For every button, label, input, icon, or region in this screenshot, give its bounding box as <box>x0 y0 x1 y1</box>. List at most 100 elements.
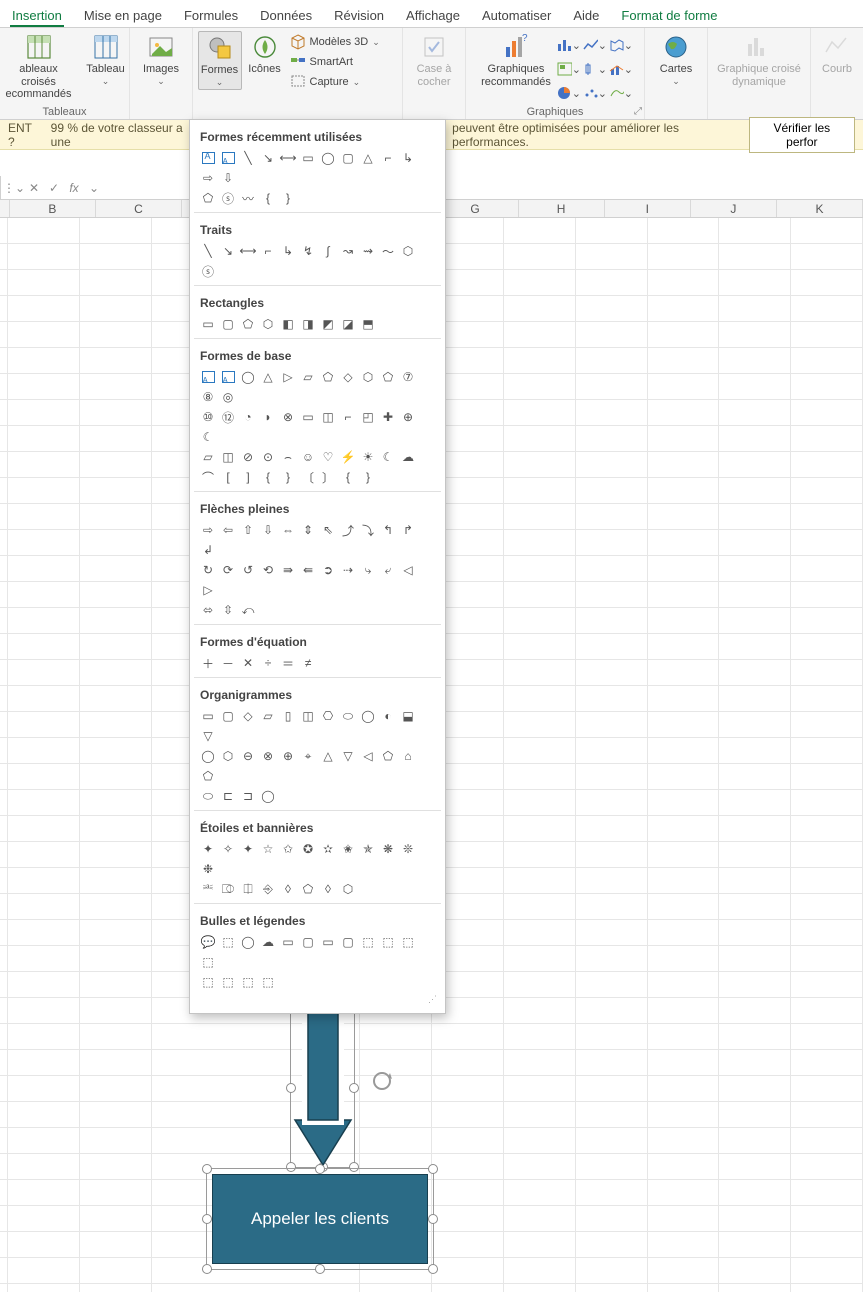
brace-l-shape[interactable]: { <box>258 188 278 208</box>
fx-button[interactable]: fx <box>65 179 83 197</box>
pie-chart-button[interactable]: ⌄ <box>557 83 581 103</box>
chevron-down-icon: ⌄ <box>102 76 110 86</box>
tab-view[interactable]: Affichage <box>404 4 462 27</box>
picture-icon <box>147 33 175 61</box>
curve-darrow[interactable]: ⇝ <box>358 241 378 261</box>
freeform[interactable]: ⬡ <box>398 241 418 261</box>
icons-button[interactable]: Icônes <box>244 31 286 78</box>
snip1[interactable]: ⬠ <box>238 314 258 334</box>
line-arrow[interactable]: ↘ <box>218 241 238 261</box>
elbow[interactable]: ⌐ <box>258 241 278 261</box>
msg-text1: 99 % de votre classeur a une <box>51 121 201 149</box>
namebox-dropdown[interactable]: ⋮⌄ <box>5 179 23 197</box>
shapes-gallery: Formes récemment utilisées A A ╲ ↘ ⟷ ▭ ◯… <box>189 119 446 1014</box>
msg-prefix: ENT ? <box>8 121 41 149</box>
shapes-label: Formes <box>201 64 238 77</box>
recommended-charts-button[interactable]: ? Graphiques recommandés <box>477 31 555 90</box>
enter-button[interactable]: ✓ <box>45 179 63 197</box>
shapes-button[interactable]: Formes ⌄ <box>198 31 242 90</box>
chevron-down-icon: ⌄ <box>353 77 361 88</box>
fx-dropdown[interactable]: ⌄ <box>85 179 103 197</box>
freeform-shape[interactable]: ⬠ <box>198 188 218 208</box>
pivot-recommended-button[interactable]: ableaux croisés ecommandés <box>0 31 79 103</box>
tab-insertion[interactable]: Insertion <box>10 4 64 27</box>
3dmodels-button[interactable]: Modèles 3D ⌄ <box>288 33 398 51</box>
col-header[interactable]: I <box>605 200 691 217</box>
images-button[interactable]: Images ⌄ <box>136 31 186 88</box>
double-arrow-shape[interactable]: ⟷ <box>278 148 298 168</box>
hierarchy-chart-button[interactable]: ⌄ <box>557 59 581 79</box>
section-arrows: Flèches pleines <box>198 496 437 520</box>
charts-launcher[interactable]: ⤢ <box>634 106 642 117</box>
smartart-button[interactable]: SmartArt <box>288 53 398 71</box>
resize-handle[interactable]: ⋰ <box>198 992 437 1005</box>
bar-chart-button[interactable]: ⌄ <box>557 35 581 55</box>
checkbox-label: Case à cocher <box>417 63 452 88</box>
curve-shape[interactable]: 〰 <box>238 188 258 208</box>
line-shape[interactable]: ╲ <box>238 148 258 168</box>
tab-data[interactable]: Données <box>258 4 314 27</box>
col-header[interactable]: C <box>96 200 182 217</box>
check-performance-button[interactable]: Vérifier les perfor <box>749 117 855 153</box>
arrow-line-shape[interactable]: ↘ <box>258 148 278 168</box>
msg-text2: peuvent être optimisées pour améliorer l… <box>452 121 749 149</box>
group-pivotchart: Graphique croisé dynamique <box>708 28 811 119</box>
sniproundrect[interactable]: ⬒ <box>358 314 378 334</box>
vtextbox-shape[interactable]: A <box>218 148 238 168</box>
line-darrow[interactable]: ⟷ <box>238 241 258 261</box>
tab-layout[interactable]: Mise en page <box>82 4 164 27</box>
tab-shape-format[interactable]: Format de forme <box>619 4 719 27</box>
round2same[interactable]: ◩ <box>318 314 338 334</box>
round1[interactable]: ◨ <box>298 314 318 334</box>
table-button[interactable]: Tableau ⌄ <box>81 31 131 88</box>
block-arrow-shape[interactable]: ⇨ <box>198 168 218 188</box>
roundrect-shape[interactable]: ▢ <box>338 148 358 168</box>
recommended-charts-label: Graphiques recommandés <box>481 63 551 88</box>
capture-icon <box>290 74 306 90</box>
curve[interactable]: 〜 <box>378 241 398 261</box>
oval-shape[interactable]: ◯ <box>318 148 338 168</box>
rect-shape[interactable]: ▭ <box>298 148 318 168</box>
screenshot-button[interactable]: Capture ⌄ <box>288 73 398 91</box>
curve-arrow[interactable]: ↝ <box>338 241 358 261</box>
cancel-button[interactable]: ✕ <box>25 179 43 197</box>
map-chart-button[interactable]: ⌄ <box>609 35 633 55</box>
tab-automate[interactable]: Automatiser <box>480 4 553 27</box>
combo-chart-button[interactable]: ⌄ <box>609 59 633 79</box>
vtextbox[interactable]: A <box>218 367 238 387</box>
col-header[interactable]: H <box>519 200 605 217</box>
col-header[interactable]: K <box>777 200 863 217</box>
brace-r-shape[interactable]: } <box>278 188 298 208</box>
cube-icon <box>290 34 306 50</box>
col-header[interactable]: J <box>691 200 777 217</box>
roundrect[interactable]: ▢ <box>218 314 238 334</box>
scribble-shape[interactable]: ⓢ <box>218 188 238 208</box>
textbox-shape[interactable]: A <box>198 148 218 168</box>
tab-formulas[interactable]: Formules <box>182 4 240 27</box>
scribble[interactable]: ⓢ <box>198 261 218 281</box>
curve-conn[interactable]: ∫ <box>318 241 338 261</box>
maps-label: Cartes <box>660 63 692 76</box>
maps-button[interactable]: Cartes ⌄ <box>651 31 701 88</box>
snipround[interactable]: ◧ <box>278 314 298 334</box>
down-arrow-shape[interactable]: ⇩ <box>218 168 238 188</box>
tab-review[interactable]: Révision <box>332 4 386 27</box>
tab-help[interactable]: Aide <box>571 4 601 27</box>
elbow-arrow-shape[interactable]: ↳ <box>398 148 418 168</box>
triangle-shape[interactable]: △ <box>358 148 378 168</box>
col-header[interactable]: B <box>10 200 96 217</box>
elbow-darrow[interactable]: ↯ <box>298 241 318 261</box>
elbow-arrow[interactable]: ↳ <box>278 241 298 261</box>
stat-chart-button[interactable]: ⌄ <box>583 59 607 79</box>
rect[interactable]: ▭ <box>198 314 218 334</box>
scatter-chart-button[interactable]: ⌄ <box>583 83 607 103</box>
snip2[interactable]: ⬡ <box>258 314 278 334</box>
globe-icon <box>662 33 690 61</box>
elbow-shape[interactable]: ⌐ <box>378 148 398 168</box>
line[interactable]: ╲ <box>198 241 218 261</box>
line-chart-button[interactable]: ⌄ <box>583 35 607 55</box>
chevron-down-icon: ⌄ <box>216 77 224 87</box>
textbox[interactable]: A <box>198 367 218 387</box>
round2diag[interactable]: ◪ <box>338 314 358 334</box>
surface-chart-button[interactable]: ⌄ <box>609 83 633 103</box>
